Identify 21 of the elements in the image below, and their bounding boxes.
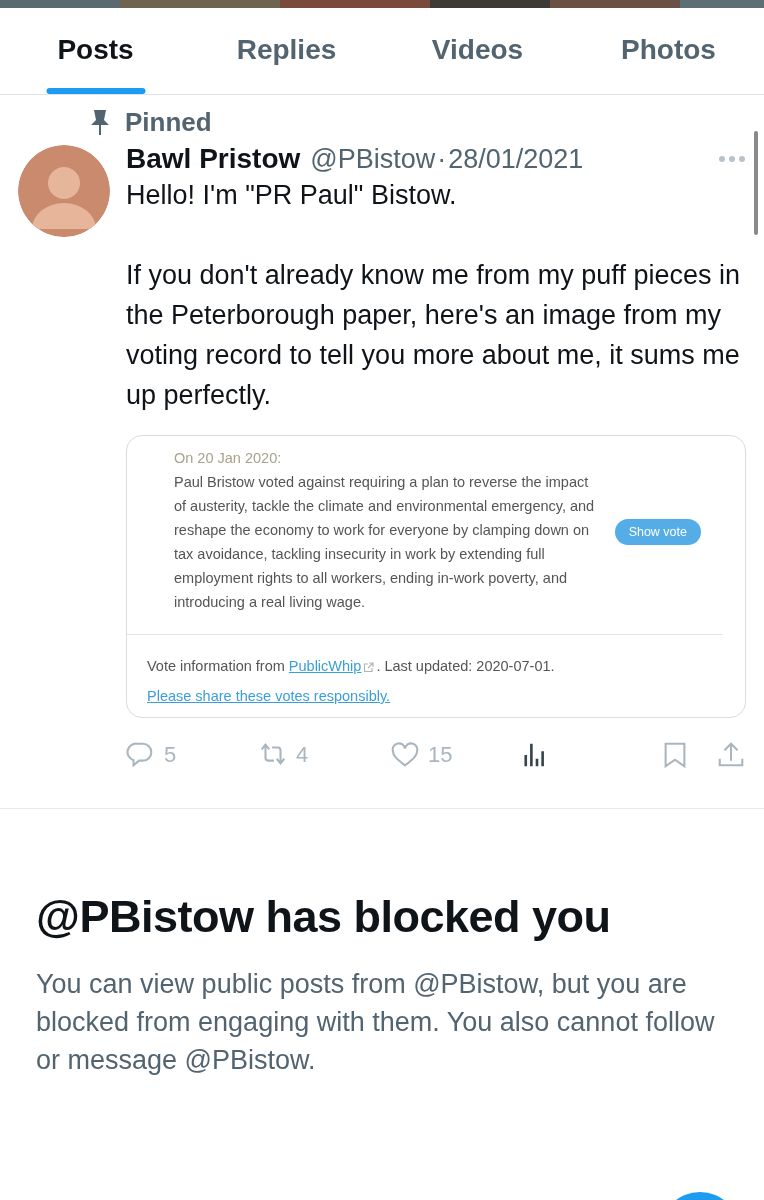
blocked-heading: @PBistow has blocked you [36,891,612,943]
tab[interactable]: Videos [382,8,573,94]
tab[interactable]: Photos [573,8,764,94]
tab[interactable]: Replies [191,8,382,94]
tab[interactable]: Posts [0,8,191,94]
post-text: Hello! I'm "PR Paul" Bistow. [126,179,458,212]
avatar[interactable] [18,145,110,237]
vote-summary: Paul Bristow voted against requiring a plan to reverse the impact of austerity, tackle the climate and environmental emergency, and reshape the economy to work for everyone by clamping down on tax avoidance, tackling insecurity in work by extending full employment rights to all workers, ending in-work poverty, and introducing a real living wage. [174,473,596,612]
pinned-label: Pinned [125,106,212,138]
author-handle[interactable]: @PBistow [310,144,436,175]
scrollbar[interactable] [754,131,758,235]
footer-text: Vote information from [147,658,286,674]
separator-dot: · [437,144,447,175]
pin-icon [89,108,111,136]
footer-text: . Last updated: 2020-07-01. [376,658,555,674]
author-name[interactable]: Bawl Pristow [126,143,301,175]
blocked-message: You can view public posts from @PBistow, but you are blocked from engaging with them. You also cannot follow or message @PBistow. [36,968,716,1077]
more-icon[interactable] [718,155,746,163]
post-text: If you don't already know me from my puff pieces in the Peterborough paper, here's an image from my voting record to tell you more about me, it sums me up perfectly. [126,259,741,412]
post-date[interactable]: 28/01/2021 [448,144,584,175]
vote-date: On 20 Jan 2020: [174,450,283,466]
